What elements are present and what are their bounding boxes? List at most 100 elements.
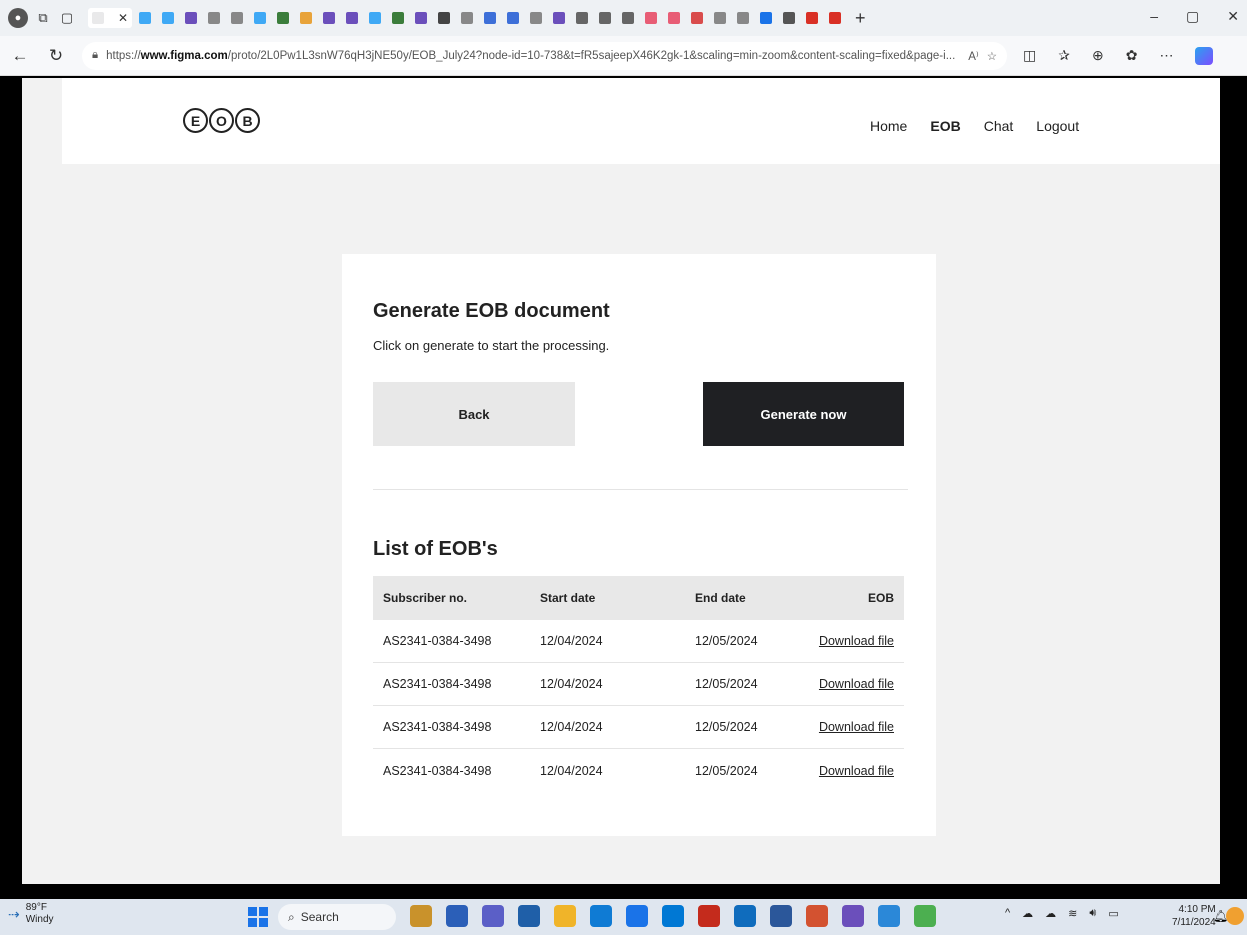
onedrive-icon[interactable]: ☁: [1022, 907, 1033, 920]
browser-tab[interactable]: [733, 8, 753, 28]
back-arrow-icon[interactable]: ←: [10, 46, 30, 66]
browser-tab[interactable]: [595, 8, 615, 28]
cloud-icon[interactable]: ☁: [1045, 907, 1056, 920]
browser-tab[interactable]: [434, 8, 454, 28]
taskbar-app-icon[interactable]: [662, 905, 684, 927]
wifi-icon[interactable]: ≋: [1068, 907, 1077, 920]
browser-tab[interactable]: [227, 8, 247, 28]
table-row: AS2341-0384-3498 12/04/2024 12/05/2024 D…: [373, 620, 904, 663]
volume-icon[interactable]: 🔊︎: [1089, 907, 1096, 920]
eob-logo[interactable]: E O B: [183, 108, 260, 133]
nav-logout[interactable]: Logout: [1036, 118, 1079, 134]
minimize-icon[interactable]: –: [1150, 8, 1158, 25]
main-nav: Home EOB Chat Logout: [870, 118, 1079, 134]
browser-tab[interactable]: [342, 8, 362, 28]
collections-icon[interactable]: ⊕: [1092, 47, 1104, 64]
read-aloud-icon[interactable]: A⁾: [968, 49, 979, 63]
taskbar-app-icon[interactable]: [446, 905, 468, 927]
nav-home[interactable]: Home: [870, 118, 907, 134]
windows-start-icon[interactable]: [248, 907, 268, 927]
taskbar-app-icon[interactable]: [698, 905, 720, 927]
taskbar-app-icon[interactable]: [410, 905, 432, 927]
start-date-cell: 12/04/2024: [540, 720, 603, 734]
taskbar-clock[interactable]: 4:10 PM 7/11/2024: [1172, 903, 1216, 929]
browser-tab[interactable]: [158, 8, 178, 28]
window-controls: – ▢ ✕: [1150, 8, 1239, 25]
download-file-link[interactable]: Download file: [819, 720, 894, 734]
extensions-icon[interactable]: ✿: [1126, 47, 1138, 64]
browser-tab[interactable]: [503, 8, 523, 28]
generate-now-button[interactable]: Generate now: [703, 382, 904, 446]
download-file-link[interactable]: Download file: [819, 634, 894, 648]
taskbar-app-icon[interactable]: [626, 905, 648, 927]
browser-tab[interactable]: [802, 8, 822, 28]
split-screen-icon[interactable]: ◫: [1023, 47, 1036, 64]
chevron-up-icon[interactable]: ^: [1005, 907, 1010, 920]
taskbar-app-icon[interactable]: [518, 905, 540, 927]
browser-tab[interactable]: [204, 8, 224, 28]
workspaces-icon[interactable]: ⧉: [34, 9, 52, 27]
browser-tab[interactable]: [710, 8, 730, 28]
taskbar-app-icon[interactable]: [914, 905, 936, 927]
browser-tab[interactable]: [756, 8, 776, 28]
tab-actions-icon[interactable]: ▢: [58, 9, 76, 27]
browser-tab[interactable]: [411, 8, 431, 28]
browser-tab[interactable]: [250, 8, 270, 28]
profile-icon[interactable]: ●: [8, 8, 28, 28]
browser-tab[interactable]: [572, 8, 592, 28]
nav-eob[interactable]: EOB: [930, 118, 960, 134]
wind-icon: ⇢: [8, 905, 20, 922]
browser-tab[interactable]: [388, 8, 408, 28]
nav-chat[interactable]: Chat: [984, 118, 1014, 134]
browser-tab[interactable]: [687, 8, 707, 28]
browser-tab[interactable]: [181, 8, 201, 28]
weather-widget[interactable]: ⇢ 89°F Windy: [8, 902, 54, 926]
taskbar-app-icon[interactable]: [770, 905, 792, 927]
url-field[interactable]: 🔒︎ https://www.figma.com/proto/2L0Pw1L3s…: [82, 41, 1007, 70]
browser-toolbar: ◫ ✰ ⊕ ✿ ⋯: [1023, 46, 1214, 65]
tab-favicon-icon: [208, 12, 220, 24]
browser-tab[interactable]: [319, 8, 339, 28]
browser-tab[interactable]: [779, 8, 799, 28]
close-window-icon[interactable]: ✕: [1227, 8, 1239, 25]
favorite-star-icon[interactable]: ☆: [987, 49, 997, 63]
browser-tab-active[interactable]: ✕: [88, 8, 132, 28]
close-tab-icon[interactable]: ✕: [118, 11, 128, 25]
windows-taskbar: ⇢ 89°F Windy ⌕ Search ^ ☁ ☁ ≋ 🔊︎ ▭ 4:10 …: [0, 899, 1247, 935]
copilot-icon[interactable]: [1195, 46, 1214, 65]
tab-favicon-icon: [576, 12, 588, 24]
browser-tab[interactable]: [135, 8, 155, 28]
tab-favicon-icon: [231, 12, 243, 24]
new-tab-button[interactable]: +: [855, 8, 866, 29]
browser-tab[interactable]: [296, 8, 316, 28]
taskbar-app-icon[interactable]: [482, 905, 504, 927]
favorites-icon[interactable]: ✰: [1058, 47, 1070, 64]
subscriber-cell: AS2341-0384-3498: [383, 720, 492, 734]
more-menu-icon[interactable]: ⋯: [1159, 47, 1173, 64]
refresh-icon[interactable]: ↻: [46, 46, 66, 66]
restore-icon[interactable]: ▢: [1186, 8, 1199, 25]
browser-tab[interactable]: [549, 8, 569, 28]
battery-icon[interactable]: ▭: [1108, 907, 1118, 920]
taskbar-app-icon[interactable]: [806, 905, 828, 927]
taskbar-app-icon[interactable]: [842, 905, 864, 927]
copilot-taskbar-icon[interactable]: [1226, 907, 1244, 925]
taskbar-app-icon[interactable]: [554, 905, 576, 927]
logo-letter: E: [183, 108, 208, 133]
browser-tab[interactable]: [526, 8, 546, 28]
download-file-link[interactable]: Download file: [819, 764, 894, 778]
taskbar-app-icon[interactable]: [590, 905, 612, 927]
browser-tab[interactable]: [273, 8, 293, 28]
taskbar-app-icon[interactable]: [734, 905, 756, 927]
browser-tab[interactable]: [365, 8, 385, 28]
browser-tab[interactable]: [664, 8, 684, 28]
browser-tab[interactable]: [480, 8, 500, 28]
browser-tab[interactable]: [618, 8, 638, 28]
browser-tab[interactable]: [641, 8, 661, 28]
download-file-link[interactable]: Download file: [819, 677, 894, 691]
back-button[interactable]: Back: [373, 382, 575, 446]
browser-tab[interactable]: [825, 8, 845, 28]
taskbar-app-icon[interactable]: [878, 905, 900, 927]
browser-tab[interactable]: [457, 8, 477, 28]
taskbar-search[interactable]: ⌕ Search: [278, 904, 396, 930]
